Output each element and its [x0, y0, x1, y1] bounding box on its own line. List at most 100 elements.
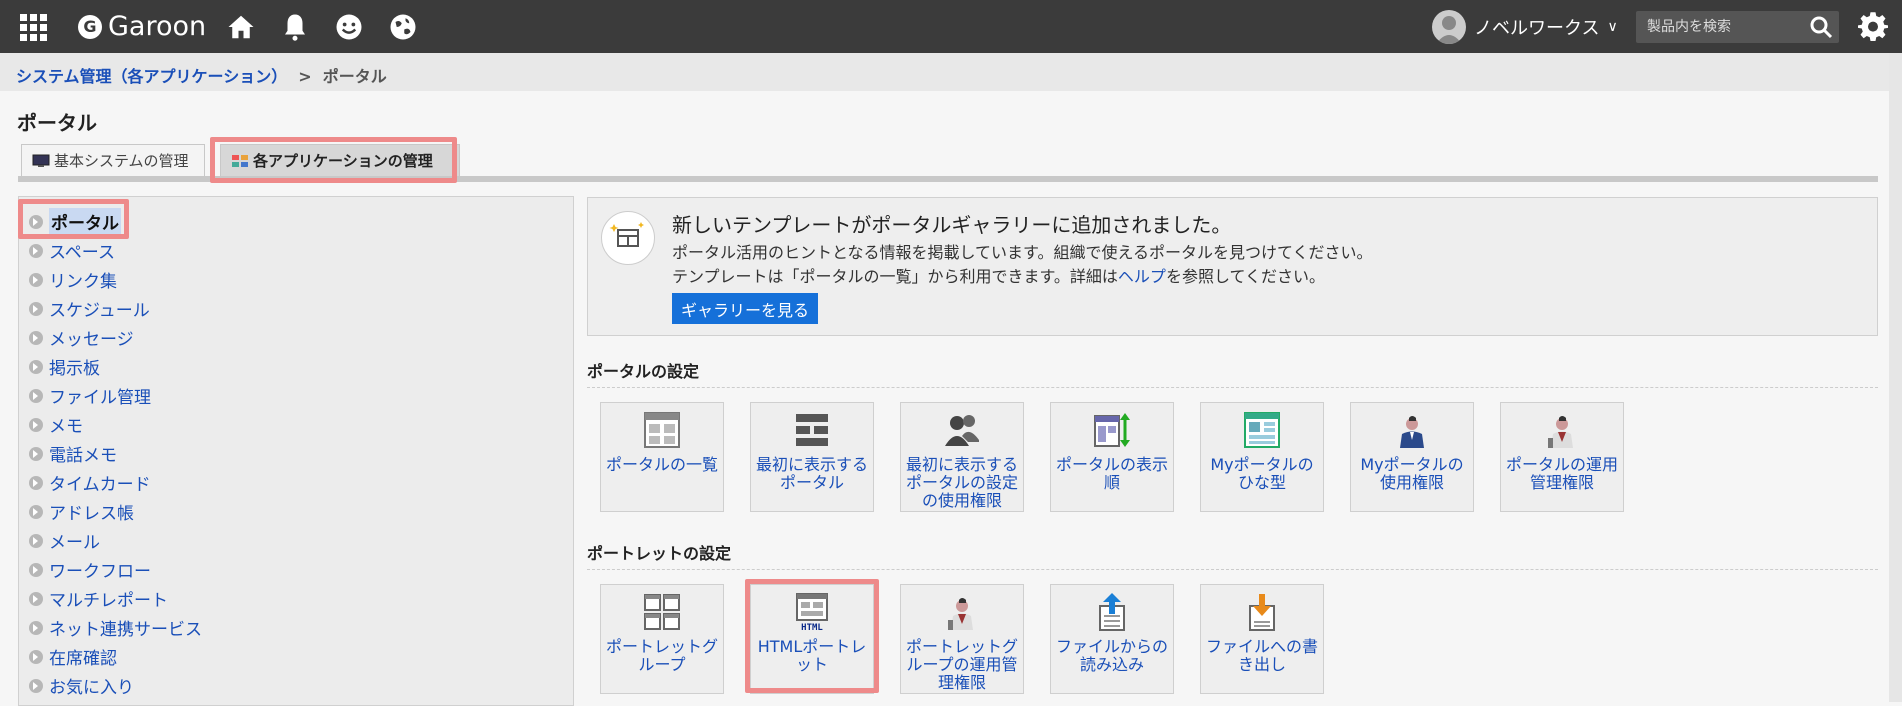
sidebar-item-label[interactable]: リンク集 [49, 267, 117, 292]
help-link[interactable]: ヘルプ [1118, 267, 1166, 286]
card-portal-display-order[interactable]: ポータルの表示順 [1050, 402, 1174, 512]
card-portlet-group[interactable]: ポートレットグループ [600, 584, 724, 694]
sidebar-item-links[interactable]: リンク集 [19, 265, 573, 294]
file-export-icon [1249, 594, 1275, 631]
view-gallery-button[interactable]: ギャラリーを見る [672, 293, 818, 324]
card-label: ポータルの運用管理権限 [1505, 455, 1618, 492]
highlight-box [745, 579, 879, 693]
portal-list-icon [644, 412, 680, 448]
page-title: ポータル [17, 111, 97, 135]
breadcrumb-separator: > [298, 67, 312, 86]
sidebar-item-label[interactable]: ネット連携サービス [49, 615, 202, 640]
section-title-portlet: ポートレットの設定 [587, 540, 1878, 570]
bullet-icon [29, 272, 43, 287]
notice-text: ポータル活用のヒントとなる情報を掲載しています。組織で使えるポータルを見つけてく… [672, 243, 1373, 262]
sidebar-item-presence[interactable]: 在席確認 [19, 642, 573, 671]
highlight-box [18, 199, 129, 239]
sidebar: ポータル スペース リンク集 スケジュール メッセージ 掲示板 ファイル管理 メ… [18, 196, 574, 706]
scrollbar[interactable] [1889, 53, 1902, 702]
sidebar-item-label[interactable]: スペース [49, 238, 115, 263]
users-icon [945, 415, 979, 446]
sidebar-item-bulletin[interactable]: 掲示板 [19, 352, 573, 381]
display-order-icon [1094, 413, 1130, 447]
bullet-icon [29, 388, 43, 403]
app-menu-icon[interactable] [20, 14, 47, 41]
card-default-portal[interactable]: 最初に表示するポータル [750, 402, 874, 512]
notice-title: 新しいテンプレートがポータルギャラリーに追加されました。 [672, 213, 1232, 237]
admin-person-icon [1548, 416, 1573, 448]
my-portal-template-icon [1244, 412, 1280, 448]
garoon-logo[interactable]: G Garoon [78, 11, 206, 42]
sidebar-item-space[interactable]: スペース [19, 236, 573, 265]
sidebar-item-net-service[interactable]: ネット連携サービス [19, 613, 573, 642]
bullet-icon [29, 504, 43, 519]
sidebar-item-file[interactable]: ファイル管理 [19, 381, 573, 410]
bullet-icon [29, 243, 43, 258]
sidebar-item-label[interactable]: メモ [49, 412, 83, 437]
card-label: ファイルへの書き出し [1205, 637, 1318, 674]
tab-basic-system[interactable]: 基本システムの管理 [21, 144, 205, 176]
bell-icon[interactable] [279, 11, 311, 43]
chevron-down-icon: ∨ [1607, 19, 1618, 35]
card-label: ポートレットグループの運用管理権限 [905, 637, 1018, 692]
sidebar-item-label[interactable]: 電話メモ [49, 441, 117, 466]
sidebar-item-label[interactable]: タイムカード [49, 470, 151, 495]
sidebar-item-schedule[interactable]: スケジュール [19, 294, 573, 323]
home-icon[interactable] [225, 11, 257, 43]
card-label: Myポータルの使用権限 [1360, 455, 1464, 492]
bullet-icon [29, 620, 43, 635]
sidebar-item-address[interactable]: アドレス帳 [19, 497, 573, 526]
user-name: ノベルワークス [1474, 18, 1600, 39]
card-label: ファイルからの読み込み [1055, 637, 1168, 674]
sidebar-item-label[interactable]: 在席確認 [49, 644, 117, 669]
card-label: Myポータルのひな型 [1210, 455, 1314, 492]
search-icon[interactable] [1809, 15, 1833, 39]
sidebar-item-multireport[interactable]: マルチレポート [19, 584, 573, 613]
card-portal-admin-permission[interactable]: ポータルの運用管理権限 [1500, 402, 1624, 512]
card-file-import[interactable]: ファイルからの読み込み [1050, 584, 1174, 694]
globe-icon[interactable] [387, 11, 419, 43]
sidebar-item-label[interactable]: ワークフロー [49, 557, 151, 582]
sidebar-item-label[interactable]: メッセージ [49, 325, 134, 350]
sidebar-item-label[interactable]: アドレス帳 [49, 499, 134, 524]
smiley-icon[interactable] [333, 11, 365, 43]
file-import-icon [1099, 593, 1125, 631]
card-portal-list[interactable]: ポータルの一覧 [600, 402, 724, 512]
sidebar-item-message[interactable]: メッセージ [19, 323, 573, 352]
sidebar-item-phone-memo[interactable]: 電話メモ [19, 439, 573, 468]
sidebar-item-memo[interactable]: メモ [19, 410, 573, 439]
card-label: ポータルの表示順 [1055, 455, 1168, 492]
search-input[interactable] [1636, 11, 1802, 43]
notice-text-prefix: テンプレートは「ポータルの一覧」から利用できます。詳細は [672, 267, 1118, 286]
card-label: ポートレットグループ [605, 637, 718, 674]
portlet-group-icon [644, 594, 680, 630]
card-portlet-group-admin-permission[interactable]: ポートレットグループの運用管理権限 [900, 584, 1024, 694]
search-box [1636, 11, 1839, 43]
sidebar-item-label[interactable]: マルチレポート [49, 586, 168, 611]
card-label: ポータルの一覧 [605, 455, 718, 474]
notice-panel: 新しいテンプレートがポータルギャラリーに追加されました。 ポータル活用のヒントと… [587, 197, 1878, 336]
sidebar-item-label[interactable]: スケジュール [49, 296, 150, 321]
sidebar-item-label[interactable]: 掲示板 [49, 354, 100, 379]
gallery-icon [601, 211, 655, 265]
sidebar-item-mail[interactable]: メール [19, 526, 573, 555]
breadcrumb-parent-link[interactable]: システム管理（各アプリケーション） [16, 67, 287, 86]
card-my-portal-permission[interactable]: Myポータルの使用権限 [1350, 402, 1474, 512]
sidebar-item-label[interactable]: ファイル管理 [49, 383, 151, 408]
card-default-portal-permission[interactable]: 最初に表示するポータルの設定の使用権限 [900, 402, 1024, 512]
bullet-icon [29, 330, 43, 345]
sidebar-item-favorites[interactable]: お気に入り [19, 671, 573, 700]
sidebar-item-workflow[interactable]: ワークフロー [19, 555, 573, 584]
card-my-portal-template[interactable]: Myポータルのひな型 [1200, 402, 1324, 512]
notice-text: テンプレートは「ポータルの一覧」から利用できます。詳細はヘルプを参照してください… [672, 263, 1325, 287]
gear-icon[interactable] [1858, 11, 1888, 41]
monitor-icon [32, 154, 50, 167]
card-label: 最初に表示するポータルの設定の使用権限 [905, 455, 1018, 510]
bullet-icon [29, 417, 43, 432]
sidebar-item-label[interactable]: メール [49, 528, 100, 553]
user-menu[interactable]: ノベルワークス ∨ [1432, 10, 1618, 44]
sidebar-item-label[interactable]: お気に入り [49, 673, 134, 698]
admin-person-icon [948, 598, 973, 630]
card-file-export[interactable]: ファイルへの書き出し [1200, 584, 1324, 694]
sidebar-item-timecard[interactable]: タイムカード [19, 468, 573, 497]
